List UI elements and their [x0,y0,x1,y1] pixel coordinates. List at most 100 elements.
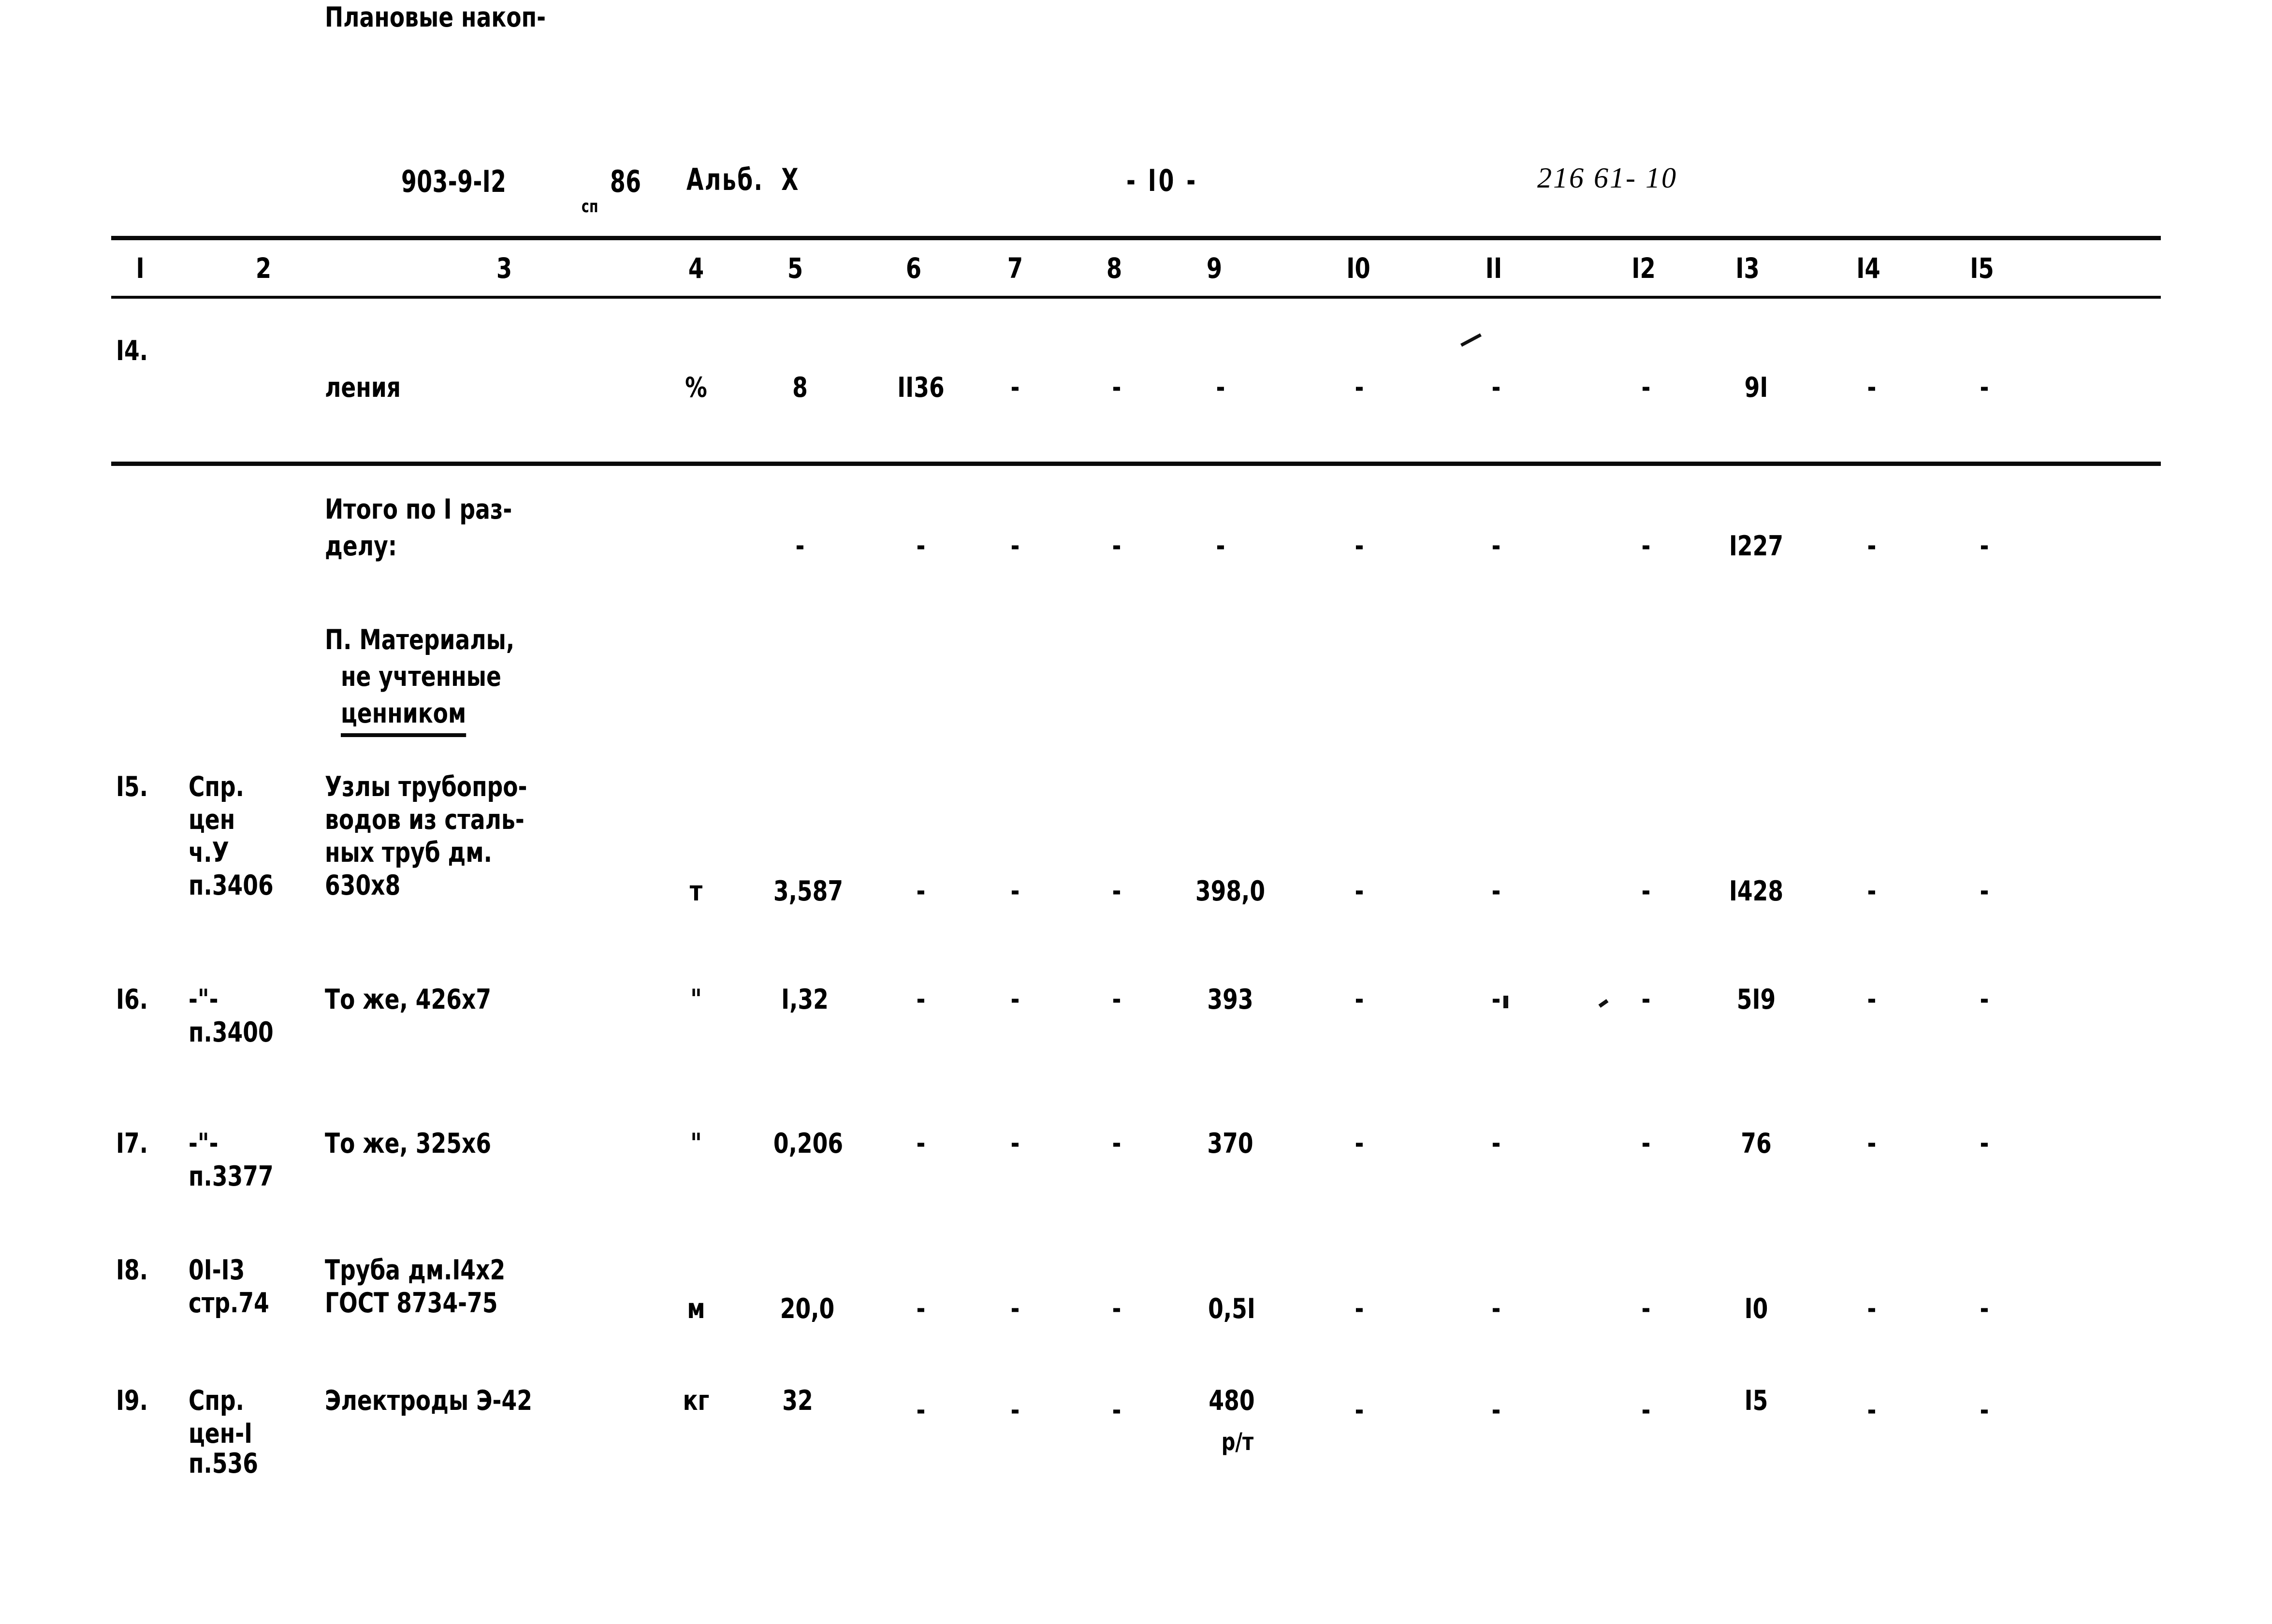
cell-col6: - [916,984,926,1015]
row-number: I6. [116,984,148,1015]
cell-col12: - [1641,372,1651,404]
cell-col14: - [1867,1128,1877,1160]
cell-col13: I428 [1729,875,1784,907]
cell-col7: - [1010,875,1020,907]
cell-col7: - [1010,530,1020,562]
section-title-line-2: не учтенные [341,661,501,693]
row-number: I5. [116,771,148,803]
cell-col14: - [1867,875,1877,907]
cell-col13: 9I [1744,372,1768,404]
cell-col13: I0 [1744,1293,1768,1325]
row-name-line-1: То же, 426х7 [325,984,492,1015]
cell-col5: 32 [782,1385,813,1417]
cell-col15: - [1980,530,1989,562]
cell-col8: - [1112,1394,1121,1426]
row-name-line-1: Плановые накоп- [325,1,546,33]
cell-col13: 5I9 [1736,984,1776,1015]
cell-col11: - [1491,875,1501,907]
cell-col8: - [1112,1293,1121,1325]
cell-col10: - [1354,372,1364,404]
cell-col7: - [1010,1293,1020,1325]
row-ref-line-1: Спр. [189,1385,244,1417]
cell-col12: - [1641,875,1651,907]
cell-col7: - [1010,984,1020,1015]
cell-col8: - [1112,1128,1121,1160]
row-number: I9. [116,1385,148,1417]
cell-col5: 0,206 [773,1128,844,1160]
cell-col14: - [1867,1293,1877,1325]
scan-artifact [1460,333,1482,347]
row-name-line-2: ГОСТ 8734-75 [325,1287,498,1319]
cell-col14: - [1867,984,1877,1015]
cell-col9: - [1216,530,1225,562]
cell-col11: - [1491,1128,1501,1160]
cell-col8: - [1112,875,1121,907]
row-name-line-1: Труба дм.I4х2 [325,1254,506,1286]
cell-col14: - [1867,372,1877,404]
section-title-line-3: ценником [341,696,466,737]
cell-col5: I,32 [781,984,829,1015]
cell-col11: - [1491,1293,1501,1325]
row-name-line-2: делу: [325,530,397,562]
estimate-table-body: I4. Плановые накоп- ления % 8 II36 - - -… [0,0,2272,1624]
cell-col9: 393 [1207,984,1253,1015]
row-name-line-2: водов из сталь- [325,804,524,836]
cell-unit: " [690,984,702,1015]
cell-col6: II36 [897,372,945,404]
row-number: I7. [116,1128,148,1160]
row-ref-line-1: -"- [189,984,218,1015]
cell-col10: - [1354,530,1364,562]
cell-col5: 8 [792,372,808,404]
cell-col10: - [1354,984,1364,1015]
cell-col12: - [1641,1394,1651,1426]
cell-col9: - [1216,372,1225,404]
cell-col15: - [1980,1394,1989,1426]
row-ref-line-3: п.536 [189,1448,259,1479]
cell-col8: - [1112,530,1121,562]
row-ref-line-1: Спр. [189,771,244,803]
cell-col10: - [1354,875,1364,907]
cell-col11: - [1491,372,1501,404]
cell-col11: - [1491,1394,1501,1426]
cell-col9: 0,5I [1208,1293,1255,1325]
cell-col13: I5 [1744,1385,1768,1417]
cell-col9: 370 [1207,1128,1253,1160]
cell-col6: - [916,1293,926,1325]
cell-col6: - [916,1394,926,1426]
cell-col15: - [1980,1293,1989,1325]
cell-col5: 20,0 [780,1293,835,1325]
cell-col13: I227 [1729,530,1784,562]
row-name-line-2: ления [325,372,401,404]
section-title-line-1: П. Материалы, [325,624,515,656]
scan-artifact [1503,996,1508,1008]
cell-unit: т [689,875,703,907]
cell-col14: - [1867,1394,1877,1426]
scanned-page: 903-9-I2 сп 86 Альб. Х - I0 - 216 61- 10… [0,0,2272,1624]
row-ref-line-3: ч.У [189,837,229,869]
row-ref-line-1: 0I-I3 [189,1254,245,1286]
row-ref-line-1: -"- [189,1128,218,1160]
row-number: I4. [116,335,148,367]
cell-col14: - [1867,530,1877,562]
cell-col5: 3,587 [773,875,844,907]
row-number: I8. [116,1254,148,1286]
cell-col10: - [1354,1293,1364,1325]
cell-col11: - [1491,984,1501,1015]
row-name-line-1: Узлы трубопро- [325,771,527,803]
cell-col12: - [1641,1128,1651,1160]
cell-col15: - [1980,1128,1989,1160]
row-name-line-1: Электроды Э-42 [325,1385,532,1417]
cell-col8: - [1112,984,1121,1015]
row-name-line-3: ных труб дм. [325,837,492,869]
row-ref-line-2: цен [189,804,235,836]
cell-col12: - [1641,984,1651,1015]
cell-col15: - [1980,984,1989,1015]
row-ref-line-2: п.3377 [189,1160,274,1192]
cell-col7: - [1010,1394,1020,1426]
cell-col6: - [916,530,926,562]
row-ref-line-2: п.3400 [189,1016,274,1048]
cell-col7: - [1010,1128,1020,1160]
row-name-line-1: Итого по I раз- [325,493,512,525]
cell-unit: " [690,1128,702,1160]
row-name-line-1: То же, 325х6 [325,1128,492,1160]
